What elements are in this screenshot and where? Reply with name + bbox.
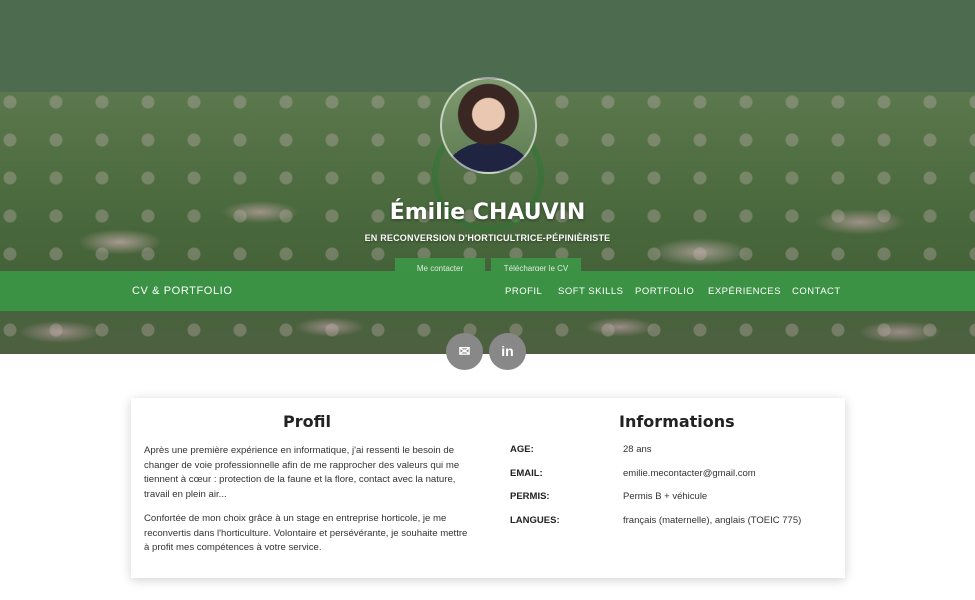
info-label-permis: PERMIS: — [510, 491, 550, 502]
profil-paragraph: Après une première expérience en informa… — [144, 445, 460, 500]
nav-link-profil[interactable]: PROFIL — [505, 286, 542, 297]
nav-link-contact[interactable]: CONTACT — [792, 286, 841, 297]
informations-heading: Informations — [619, 412, 735, 431]
navbar: CV & PORTFOLIO PROFIL SOFT SKILLS PORTFO… — [0, 271, 975, 311]
profile-card: Profil Après une première expérience en … — [131, 398, 845, 578]
linkedin-icon: in — [501, 343, 514, 359]
info-value-langues: français (maternelle), anglais (TOEIC 77… — [623, 515, 802, 526]
hero-subtitle: EN RECONVERSION D'HORTICULTRICE-PÉPINIÈR… — [364, 233, 611, 243]
envelope-icon: ✉ — [458, 343, 471, 359]
profil-heading: Profil — [283, 412, 331, 431]
profil-paragraph: Confortée de mon choix grâce à un stage … — [144, 513, 468, 553]
page: Émilie CHAUVIN EN RECONVERSION D'HORTICU… — [0, 0, 975, 600]
linkedin-button[interactable]: in — [489, 333, 526, 370]
info-value-email[interactable]: emilie.mecontacter@gmail.com — [623, 468, 756, 479]
info-value-permis: Permis B + véhicule — [623, 491, 708, 502]
nav-link-portfolio[interactable]: PORTFOLIO — [635, 286, 694, 297]
info-label-age: AGE: — [510, 444, 534, 455]
hero-name: Émilie CHAUVIN — [389, 200, 586, 225]
info-label-langues: LANGUES: — [510, 515, 560, 526]
nav-link-experiences[interactable]: EXPÉRIENCES — [708, 286, 781, 297]
info-value-age: 28 ans — [623, 444, 652, 455]
email-button[interactable]: ✉ — [446, 333, 483, 370]
nav-link-soft-skills[interactable]: SOFT SKILLS — [558, 286, 624, 297]
navbar-brand[interactable]: CV & PORTFOLIO — [132, 285, 233, 297]
info-label-email: EMAIL: — [510, 468, 543, 479]
avatar — [440, 77, 537, 174]
